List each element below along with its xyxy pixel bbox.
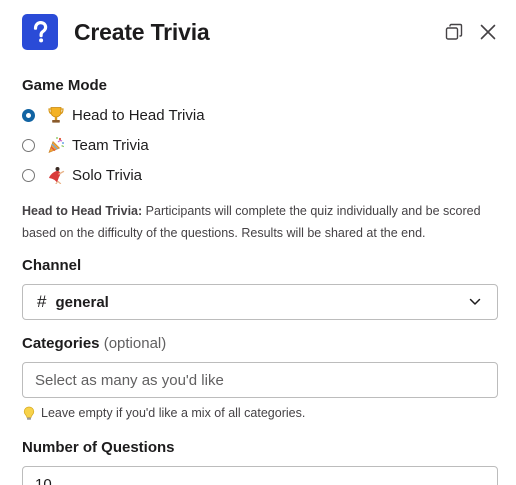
radio-label: Team Trivia	[72, 136, 149, 154]
copy-window-icon	[445, 23, 463, 40]
categories-label: Categories (optional)	[22, 335, 166, 352]
game-mode-description: Head to Head Trivia: Participants will c…	[22, 200, 500, 244]
channel-value: general	[55, 293, 109, 311]
party-popper-icon	[47, 136, 65, 154]
radio-team[interactable]: Team Trivia	[22, 134, 149, 156]
categories-multiselect[interactable]	[22, 362, 498, 398]
radio-solo[interactable]: Solo Trivia	[22, 164, 142, 186]
game-mode-label: Game Mode	[22, 77, 108, 94]
channel-select[interactable]: # general	[22, 284, 498, 320]
radio-button[interactable]	[22, 168, 35, 182]
dancer-icon	[47, 166, 65, 184]
questions-input[interactable]	[23, 467, 497, 485]
questions-field[interactable]	[22, 466, 498, 485]
radio-button[interactable]	[22, 108, 35, 122]
questions-label: Number of Questions	[22, 439, 175, 456]
expand-window-button[interactable]	[444, 22, 464, 42]
modal-header: Create Trivia	[22, 14, 498, 50]
close-icon	[480, 24, 496, 40]
hash-icon: #	[37, 292, 47, 311]
trophy-icon	[47, 106, 65, 124]
categories-label-text: Categories	[22, 335, 100, 352]
categories-input[interactable]	[23, 363, 497, 397]
chevron-down-icon	[469, 298, 481, 306]
radio-label: Solo Trivia	[72, 166, 143, 184]
optional-tag: (optional)	[103, 335, 167, 352]
close-button[interactable]	[478, 22, 498, 42]
radio-label: Head to Head Trivia	[72, 106, 205, 124]
categories-hint: Leave empty if you'd like a mix of all c…	[22, 405, 305, 421]
modal-title: Create Trivia	[74, 18, 210, 45]
description-title: Head to Head Trivia:	[22, 204, 143, 218]
radio-button[interactable]	[22, 138, 35, 152]
radio-head-to-head[interactable]: Head to Head Trivia	[22, 104, 205, 126]
lightbulb-icon	[22, 405, 36, 421]
hint-text: Leave empty if you'd like a mix of all c…	[41, 406, 306, 420]
question-mark-icon	[22, 14, 58, 50]
channel-label: Channel	[22, 257, 82, 274]
